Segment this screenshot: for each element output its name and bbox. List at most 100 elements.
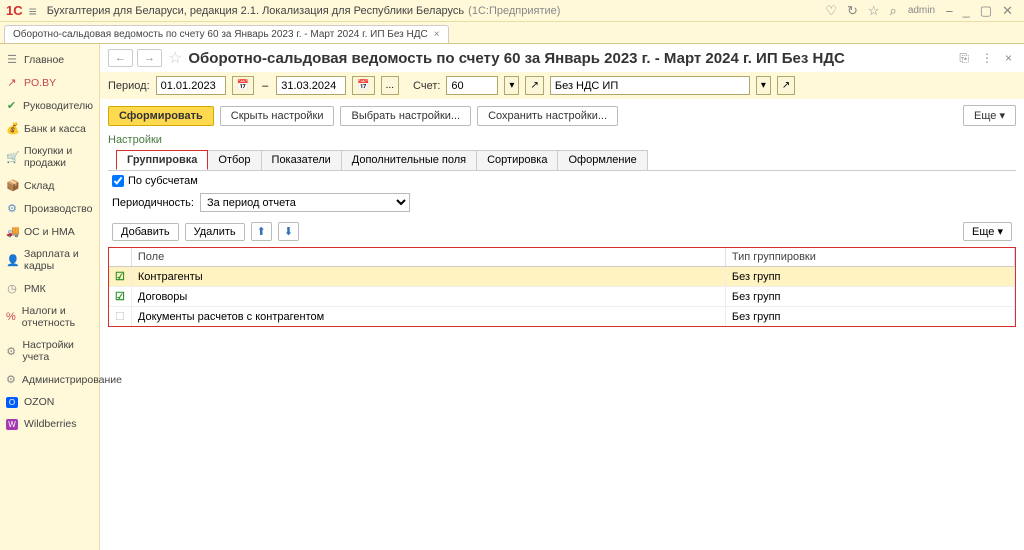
sidebar-label: Производство — [24, 203, 92, 215]
sidebar-icon: 👤 — [6, 254, 18, 267]
subaccounts-checkbox[interactable] — [112, 175, 124, 187]
bell-icon[interactable]: ♡ — [825, 3, 837, 19]
app-title: Бухгалтерия для Беларуси, редакция 2.1. … — [47, 5, 464, 17]
close-tab-icon[interactable]: × — [434, 29, 440, 40]
menu-icon[interactable]: ≡ — [29, 3, 37, 19]
sidebar-item[interactable]: ☰Главное — [0, 48, 99, 71]
settings-tab[interactable]: Отбор — [207, 150, 261, 170]
org-dropdown-icon[interactable]: ▾ — [756, 76, 771, 95]
table-row[interactable]: ☑ КонтрагентыБез групп — [109, 267, 1015, 287]
sidebar-icon: W — [6, 419, 18, 430]
more-actions-button[interactable]: Еще ▾ — [963, 105, 1016, 126]
close-icon[interactable]: ✕ — [1002, 3, 1013, 19]
row-field: Договоры — [131, 287, 725, 307]
forward-button[interactable]: → — [137, 49, 162, 67]
col-type: Тип группировки — [725, 248, 1014, 267]
link-icon[interactable]: ⎘ — [959, 51, 969, 66]
sidebar-item[interactable]: %Налоги и отчетность — [0, 300, 99, 334]
table-row[interactable]: ☐Документы расчетов с контрагентомБез гр… — [109, 307, 1015, 327]
sidebar-item[interactable]: ✔Руководителю — [0, 94, 99, 117]
move-down-button[interactable]: ⬇ — [278, 222, 299, 241]
row-checkbox[interactable]: ☐ — [115, 311, 125, 323]
move-up-button[interactable]: ⬆ — [251, 222, 272, 241]
close-page-icon[interactable]: × — [1005, 51, 1012, 65]
document-tab[interactable]: Оборотно-сальдовая ведомость по счету 60… — [4, 25, 449, 43]
sidebar-item[interactable]: 🛒Покупки и продажи — [0, 140, 99, 174]
row-field: Контрагенты — [131, 267, 725, 287]
calendar-from-icon[interactable]: 📅 — [232, 76, 254, 95]
sidebar-label: Склад — [24, 180, 54, 192]
sidebar-label: Налоги и отчетность — [22, 305, 93, 329]
sidebar-item[interactable]: W Wildberries — [0, 413, 99, 435]
subaccounts-label: По субсчетам — [128, 175, 198, 187]
document-tab-title: Оборотно-сальдовая ведомость по счету 60… — [13, 29, 428, 40]
period-from-input[interactable] — [156, 76, 226, 95]
app-subtitle: (1С:Предприятие) — [468, 5, 560, 17]
account-open-icon[interactable]: ↗ — [525, 76, 543, 95]
sidebar-item[interactable]: ⚙Администрирование — [0, 368, 99, 391]
run-button[interactable]: Сформировать — [108, 106, 214, 126]
settings-tab[interactable]: Сортировка — [476, 150, 558, 170]
actions-bar: Сформировать Скрыть настройки Выбрать на… — [100, 99, 1024, 132]
sidebar-item[interactable]: 📦Склад — [0, 174, 99, 197]
row-type: Без групп — [725, 287, 1014, 307]
titlebar: 1C ≡ Бухгалтерия для Беларуси, редакция … — [0, 0, 1024, 22]
maximize-icon[interactable]: ▢ — [980, 3, 992, 19]
account-dropdown-icon[interactable]: ▾ — [504, 76, 519, 95]
settings-icon[interactable]: ⎯ — [946, 3, 953, 19]
sidebar-item[interactable]: ↗PO.BY — [0, 71, 99, 94]
page-header: ← → ☆ Оборотно-сальдовая ведомость по сч… — [100, 44, 1024, 72]
row-field: Документы расчетов с контрагентом — [131, 307, 725, 327]
account-input[interactable] — [446, 76, 498, 95]
hide-settings-button[interactable]: Скрыть настройки — [220, 106, 335, 126]
periodicity-row: Периодичность: За период отчета — [100, 191, 1024, 218]
save-settings-button[interactable]: Сохранить настройки... — [477, 106, 618, 126]
period-select-button[interactable]: ... — [381, 76, 399, 95]
user-label: admin — [908, 5, 935, 16]
search-icon[interactable]: ⌕ — [890, 3, 897, 19]
sidebar-label: Wildberries — [24, 418, 77, 430]
sidebar-icon: ☰ — [6, 53, 18, 66]
more-icon[interactable]: ⋮ — [981, 51, 993, 65]
row-type: Без групп — [725, 267, 1014, 287]
settings-tab[interactable]: Оформление — [557, 150, 647, 170]
sidebar-item[interactable]: OOZON — [0, 391, 99, 413]
row-checkbox[interactable]: ☑ — [115, 291, 125, 303]
table-row[interactable]: ☑ ДоговорыБез групп — [109, 287, 1015, 307]
sidebar-item[interactable]: ⚙ Настройки учета — [0, 334, 99, 368]
delete-row-button[interactable]: Удалить — [185, 223, 245, 241]
org-input[interactable] — [550, 76, 750, 95]
sidebar-icon: ◷ — [6, 282, 18, 295]
choose-settings-button[interactable]: Выбрать настройки... — [340, 106, 471, 126]
sidebar-item[interactable]: ◷ РМК — [0, 277, 99, 300]
star-icon[interactable]: ☆ — [868, 3, 880, 19]
add-row-button[interactable]: Добавить — [112, 223, 179, 241]
sidebar-icon: 🚚 — [6, 225, 18, 238]
sidebar-label: Банк и касса — [24, 123, 86, 135]
settings-tab[interactable]: Дополнительные поля — [341, 150, 477, 170]
row-checkbox[interactable]: ☑ — [115, 271, 125, 283]
sidebar-label: Настройки учета — [22, 339, 93, 363]
sidebar-icon: ✔ — [6, 99, 17, 112]
sidebar-icon: 🛒 — [6, 151, 18, 164]
sidebar-label: РМК — [24, 283, 46, 295]
sidebar-item[interactable]: ⚙Производство — [0, 197, 99, 220]
document-tabs: Оборотно-сальдовая ведомость по счету 60… — [0, 22, 1024, 44]
sidebar-item[interactable]: 💰Банк и касса — [0, 117, 99, 140]
sidebar-item[interactable]: 🚚ОС и НМА — [0, 220, 99, 243]
sidebar-icon: ⚙ — [6, 373, 16, 386]
settings-tab[interactable]: Группировка — [116, 150, 208, 170]
period-to-input[interactable] — [276, 76, 346, 95]
grid-more-button[interactable]: Еще ▾ — [963, 222, 1012, 241]
calendar-to-icon[interactable]: 📅 — [352, 76, 374, 95]
org-open-icon[interactable]: ↗ — [777, 76, 795, 95]
periodicity-select[interactable]: За период отчета — [200, 193, 410, 212]
favorite-icon[interactable]: ☆ — [168, 48, 182, 68]
subaccounts-row: По субсчетам — [100, 171, 1024, 191]
sidebar-icon: ⚙ — [6, 345, 16, 358]
back-button[interactable]: ← — [108, 49, 133, 67]
history-icon[interactable]: ↻ — [847, 3, 858, 19]
minimize-icon[interactable]: _ — [963, 3, 970, 18]
sidebar-item[interactable]: 👤Зарплата и кадры — [0, 243, 99, 277]
settings-tab[interactable]: Показатели — [261, 150, 342, 170]
